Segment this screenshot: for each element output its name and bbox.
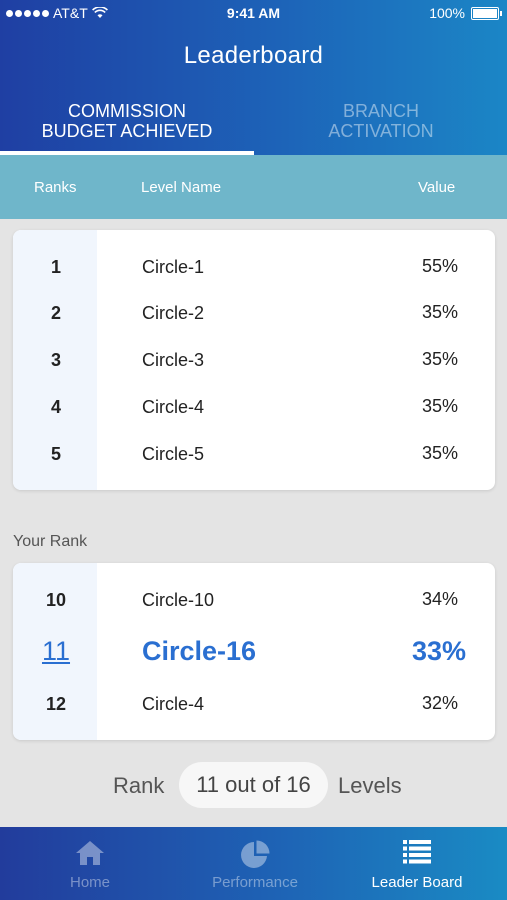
column-level-name: Level Name bbox=[141, 179, 222, 196]
table-row[interactable]: 4 Circle-4 35% bbox=[13, 392, 495, 422]
row-value: 35% bbox=[421, 443, 458, 463]
tab-branch-activation[interactable]: Branch Activation bbox=[254, 101, 507, 141]
nav-performance[interactable]: Performance bbox=[165, 827, 345, 900]
row-value: 33% bbox=[411, 636, 466, 666]
your-rank-card: 10 Circle-10 34% 11 Circle-16 33% 12 Cir… bbox=[13, 563, 495, 740]
current-rank-row[interactable]: 11 Circle-16 33% bbox=[13, 633, 495, 669]
row-rank: 4 bbox=[50, 397, 61, 417]
row-level-name: Circle-5 bbox=[142, 444, 205, 464]
tab-commission-budget-achieved[interactable]: Commission Budget Achieved bbox=[0, 101, 254, 141]
status-right: 100% bbox=[429, 5, 502, 21]
row-level-name: Circle-16 bbox=[142, 636, 257, 666]
table-row[interactable]: 1 Circle-1 55% bbox=[13, 252, 495, 282]
nav-performance-label: Performance bbox=[212, 874, 298, 891]
nav-home-label: Home bbox=[69, 874, 110, 891]
row-value: 35% bbox=[421, 349, 458, 369]
page-title: Leaderboard bbox=[183, 42, 324, 69]
row-rank: 10 bbox=[45, 590, 67, 610]
table-row[interactable]: 2 Circle-2 35% bbox=[13, 298, 495, 328]
row-level-name: Circle-10 bbox=[142, 590, 215, 610]
row-value: 32% bbox=[421, 693, 458, 713]
nav-home[interactable]: Home bbox=[0, 827, 180, 900]
tab-label-line2: Activation bbox=[328, 121, 434, 141]
tab-label-line1: Branch bbox=[342, 101, 419, 121]
row-level-name: Circle-4 bbox=[142, 397, 205, 417]
row-rank: 11 bbox=[41, 636, 71, 666]
row-rank: 12 bbox=[45, 694, 67, 714]
table-row[interactable]: 10 Circle-10 34% bbox=[13, 585, 495, 615]
battery-icon bbox=[471, 6, 502, 20]
pie-chart-icon bbox=[241, 840, 270, 868]
rank-summary-value: 11 out of 16 bbox=[179, 762, 328, 808]
row-level-name: Circle-2 bbox=[142, 303, 205, 323]
app-header: AT&T 9:41 AM 100% Leaderboard Commission… bbox=[0, 0, 507, 155]
row-level-name: Circle-3 bbox=[142, 350, 205, 370]
row-value: 35% bbox=[421, 396, 458, 416]
bottom-nav: Home Performance Leader Board bbox=[0, 827, 507, 900]
top-ranks-card: 1 Circle-1 55% 2 Circle-2 35% 3 Circle-3… bbox=[13, 230, 495, 490]
row-level-name: Circle-1 bbox=[142, 257, 205, 277]
column-ranks: Ranks bbox=[34, 179, 77, 196]
row-rank: 2 bbox=[50, 303, 61, 323]
rank-summary-prefix: Rank bbox=[113, 773, 165, 798]
table-row[interactable]: 12 Circle-4 32% bbox=[13, 689, 495, 719]
table-row[interactable]: 5 Circle-5 35% bbox=[13, 439, 495, 469]
column-header: Ranks Level Name Value bbox=[0, 155, 507, 219]
nav-leader-board[interactable]: Leader Board bbox=[327, 827, 507, 900]
tab-label-line2: Budget Achieved bbox=[41, 121, 213, 141]
row-value: 34% bbox=[421, 589, 458, 609]
row-rank: 3 bbox=[50, 350, 61, 370]
tab-label-line1: Commission bbox=[67, 101, 186, 121]
row-value: 55% bbox=[421, 256, 458, 276]
table-row[interactable]: 3 Circle-3 35% bbox=[13, 345, 495, 375]
row-value: 35% bbox=[421, 302, 458, 322]
column-value: Value bbox=[418, 179, 456, 196]
list-icon bbox=[403, 840, 431, 864]
your-rank-label: Your Rank bbox=[13, 533, 88, 550]
home-icon bbox=[76, 841, 104, 865]
rank-summary: Rank 11 out of 16 Levels bbox=[0, 760, 507, 810]
nav-leader-board-label: Leader Board bbox=[371, 874, 463, 891]
row-level-name: Circle-4 bbox=[142, 694, 205, 714]
row-rank: 1 bbox=[50, 257, 61, 277]
rank-summary-suffix: Levels bbox=[338, 773, 402, 798]
row-rank: 5 bbox=[50, 444, 61, 464]
battery-percent: 100% bbox=[429, 5, 465, 21]
status-bar: AT&T 9:41 AM 100% bbox=[0, 0, 507, 26]
